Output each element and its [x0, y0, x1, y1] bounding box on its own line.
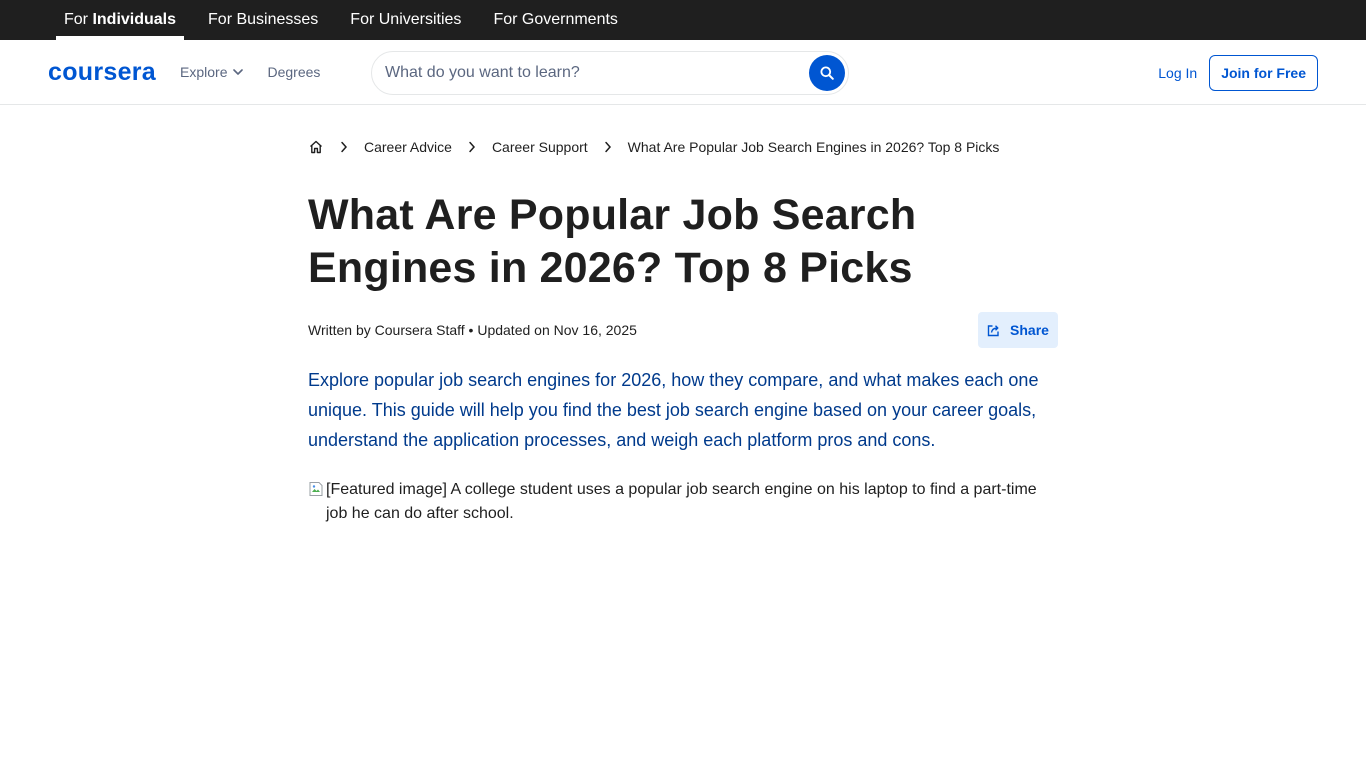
- tab-individuals[interactable]: For Individuals: [56, 0, 185, 40]
- search-bar: [371, 51, 849, 95]
- broken-image-icon: [308, 481, 324, 497]
- tab-individuals-prefix: For: [64, 11, 88, 28]
- degrees-label: Degrees: [267, 64, 321, 80]
- tab-governments[interactable]: For Governments: [485, 0, 625, 40]
- article-intro: Explore popular job search engines for 2…: [308, 370, 1039, 450]
- article-title: What Are Popular Job Search Engines in 2…: [308, 191, 917, 292]
- tab-universities-label: For Universities: [350, 11, 462, 28]
- audience-bar: For Individuals For Businesses For Unive…: [0, 0, 1366, 40]
- share-button[interactable]: Share: [978, 312, 1058, 348]
- article: Career Advice Career Support What Are Po…: [308, 105, 1058, 526]
- degrees-link[interactable]: Degrees: [267, 64, 320, 80]
- coursera-logo[interactable]: coursera: [48, 58, 156, 87]
- tab-governments-label: For Governments: [493, 11, 618, 28]
- chevron-right-icon: [468, 141, 476, 153]
- breadcrumb: Career Advice Career Support What Are Po…: [308, 137, 1058, 157]
- breadcrumb-career-support[interactable]: Career Support: [492, 139, 588, 155]
- featured-image-alt: [Featured image] A college student uses …: [326, 481, 1037, 522]
- share-label: Share: [1010, 322, 1049, 338]
- home-icon[interactable]: [308, 139, 324, 155]
- chevron-right-icon: [340, 141, 348, 153]
- featured-image: [Featured image] A college student uses …: [308, 478, 1058, 526]
- tab-businesses[interactable]: For Businesses: [200, 0, 326, 40]
- breadcrumb-current-page: What Are Popular Job Search Engines in 2…: [627, 139, 1000, 155]
- search-input[interactable]: [385, 64, 809, 82]
- chevron-right-icon: [604, 141, 612, 153]
- explore-menu[interactable]: Explore: [180, 64, 244, 80]
- tab-universities[interactable]: For Universities: [342, 0, 469, 40]
- breadcrumb-career-advice[interactable]: Career Advice: [364, 139, 452, 155]
- explore-label: Explore: [180, 64, 228, 80]
- tab-individuals-label: Individuals: [92, 11, 177, 28]
- share-icon: [987, 324, 999, 336]
- article-meta: Written by Coursera Staff • Updated on N…: [308, 312, 1058, 348]
- search-icon: [820, 66, 834, 80]
- search-button[interactable]: [809, 55, 845, 91]
- site-header: coursera Explore Degrees Log In Join for…: [0, 40, 1366, 105]
- login-link[interactable]: Log In: [1158, 65, 1197, 81]
- article-byline: Written by Coursera Staff • Updated on N…: [308, 322, 637, 338]
- join-label: Join for Free: [1221, 65, 1306, 81]
- join-button[interactable]: Join for Free: [1209, 55, 1318, 91]
- tab-businesses-label: For Businesses: [208, 11, 319, 28]
- header-actions: Log In Join for Free: [1158, 55, 1318, 91]
- chevron-down-icon: [233, 69, 244, 75]
